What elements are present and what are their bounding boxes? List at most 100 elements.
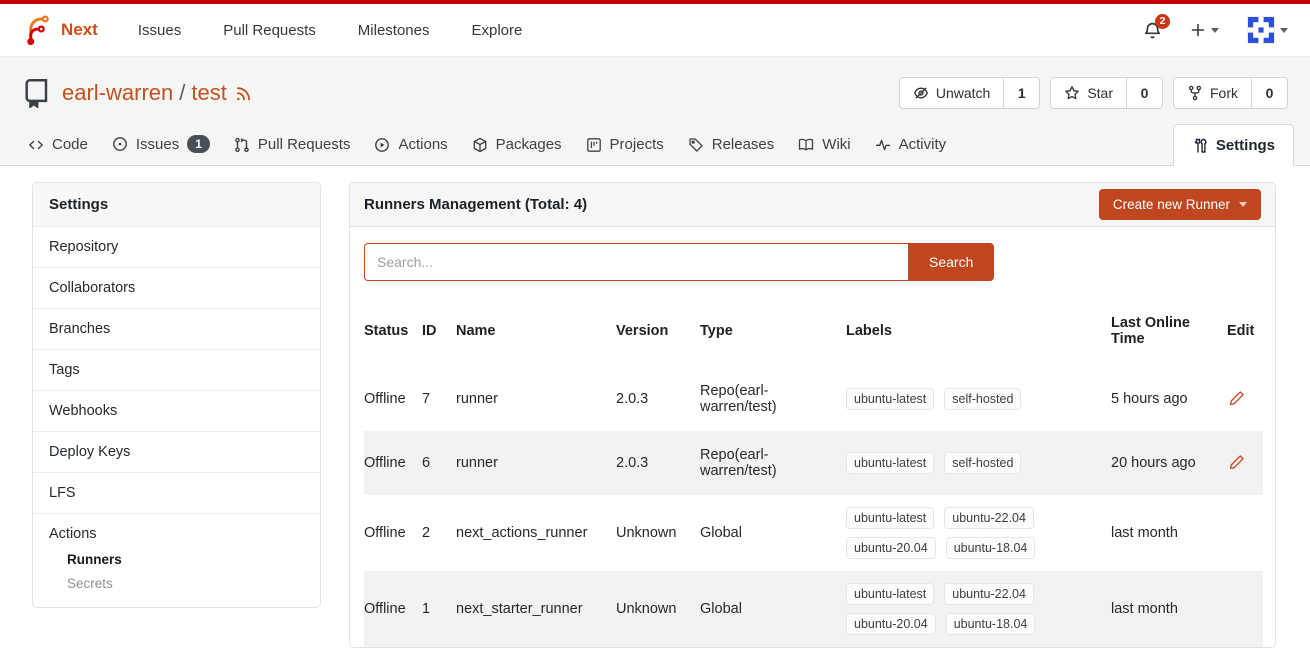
tab-projects[interactable]: Projects — [574, 124, 676, 165]
create-new-dropdown[interactable] — [1190, 22, 1219, 38]
runner-status: Offline — [364, 571, 422, 647]
col-type: Type — [700, 295, 846, 367]
pencil-icon — [1229, 390, 1245, 406]
edit-runner-button[interactable] — [1227, 388, 1247, 408]
runner-label-badge: ubuntu-latest — [846, 583, 934, 605]
runner-last-online: last month — [1111, 571, 1227, 647]
nav-item-milestones[interactable]: Milestones — [358, 22, 430, 39]
stars-count[interactable]: 0 — [1126, 78, 1162, 108]
unwatch-button[interactable]: Unwatch — [900, 78, 1003, 108]
tab-activity-label: Activity — [899, 136, 947, 153]
tab-settings[interactable]: Settings — [1173, 124, 1294, 166]
create-new-runner-label: Create new Runner — [1113, 197, 1230, 212]
runner-label-badge: ubuntu-20.04 — [846, 537, 936, 559]
runner-label-badge: ubuntu-18.04 — [946, 537, 1036, 559]
caret-down-icon — [1211, 28, 1219, 33]
runners-panel-title: Runners Management (Total: 4) — [364, 196, 587, 213]
project-board-icon — [586, 137, 602, 153]
issue-opened-icon — [112, 136, 128, 152]
notifications-button[interactable]: 2 — [1143, 21, 1162, 40]
tab-issues[interactable]: Issues 1 — [100, 123, 222, 165]
tab-actions-label: Actions — [398, 136, 447, 153]
edit-runner-button[interactable] — [1227, 452, 1247, 472]
runner-label-badge: ubuntu-18.04 — [946, 613, 1036, 635]
runner-label-badge: ubuntu-latest — [846, 388, 934, 410]
tag-icon — [688, 137, 704, 153]
forks-count[interactable]: 0 — [1251, 78, 1287, 108]
navbar-right: 2 — [1143, 16, 1288, 44]
sidebar-item-collaborators[interactable]: Collaborators — [33, 267, 320, 308]
sidebar-title: Settings — [33, 183, 320, 226]
sidebar-item-actions[interactable]: Actions — [49, 526, 304, 542]
sidebar-item-webhooks[interactable]: Webhooks — [33, 390, 320, 431]
tab-activity[interactable]: Activity — [863, 124, 959, 165]
tab-actions[interactable]: Actions — [362, 124, 459, 165]
runner-label-badge: ubuntu-20.04 — [846, 613, 936, 635]
nav-item-pull-requests[interactable]: Pull Requests — [223, 22, 316, 39]
runner-version: 2.0.3 — [616, 367, 700, 431]
sidebar-item-repository[interactable]: Repository — [33, 226, 320, 267]
package-icon — [472, 137, 488, 153]
repo-name-link[interactable]: test — [191, 80, 226, 105]
user-menu-dropdown[interactable] — [1247, 16, 1288, 44]
repo-book-icon — [22, 78, 52, 108]
runner-labels: ubuntu-latest self-hosted — [846, 452, 1096, 474]
sidebar-item-tags[interactable]: Tags — [33, 349, 320, 390]
col-labels: Labels — [846, 295, 1111, 367]
sidebar-item-lfs[interactable]: LFS — [33, 472, 320, 513]
tab-wiki[interactable]: Wiki — [786, 124, 862, 165]
pencil-icon — [1229, 454, 1245, 470]
tab-packages-label: Packages — [496, 136, 562, 153]
fork-button[interactable]: Fork — [1174, 78, 1251, 108]
star-button-group: Star 0 — [1050, 77, 1163, 109]
settings-layout: Settings Repository Collaborators Branch… — [0, 166, 1310, 672]
nav-item-issues[interactable]: Issues — [138, 22, 181, 39]
watchers-count[interactable]: 1 — [1003, 78, 1039, 108]
create-new-runner-button[interactable]: Create new Runner — [1099, 189, 1261, 220]
tab-code-label: Code — [52, 136, 88, 153]
issues-count-badge: 1 — [187, 135, 210, 153]
tab-code[interactable]: Code — [16, 124, 100, 165]
nav-item-explore[interactable]: Explore — [471, 22, 522, 39]
star-icon — [1064, 85, 1080, 101]
sidebar-item-runners[interactable]: Runners — [67, 552, 304, 567]
runner-status: Offline — [364, 431, 422, 495]
git-fork-icon — [1187, 85, 1203, 101]
table-header-row: Status ID Name Version Type Labels Last … — [364, 295, 1263, 367]
runner-labels: ubuntu-latest ubuntu-22.04 ubuntu-20.04 … — [846, 507, 1096, 559]
rss-icon[interactable] — [235, 84, 253, 102]
fork-button-group: Fork 0 — [1173, 77, 1288, 109]
runner-label-badge: ubuntu-22.04 — [944, 507, 1034, 529]
tab-projects-label: Projects — [610, 136, 664, 153]
runner-search-button[interactable]: Search — [908, 243, 994, 281]
runner-status: Offline — [364, 367, 422, 431]
tab-releases[interactable]: Releases — [676, 124, 787, 165]
star-label: Star — [1087, 85, 1113, 101]
sidebar-item-deploy-keys[interactable]: Deploy Keys — [33, 431, 320, 472]
tab-issues-label: Issues — [136, 136, 179, 153]
fork-label: Fork — [1210, 85, 1238, 101]
runners-panel: Runners Management (Total: 4) Create new… — [349, 182, 1276, 648]
col-status: Status — [364, 295, 422, 367]
tab-pull-requests[interactable]: Pull Requests — [222, 124, 363, 165]
runner-name: next_actions_runner — [456, 495, 616, 571]
sidebar-item-secrets[interactable]: Secrets — [67, 576, 304, 591]
col-name: Name — [456, 295, 616, 367]
star-button[interactable]: Star — [1051, 78, 1126, 108]
plus-icon — [1190, 22, 1206, 38]
runner-type: Repo(earl-warren/test) — [700, 367, 846, 431]
runner-search-input[interactable] — [364, 243, 908, 281]
runners-table-wrap: Status ID Name Version Type Labels Last … — [350, 295, 1275, 647]
unwatch-label: Unwatch — [936, 85, 990, 101]
repo-owner-link[interactable]: earl-warren — [62, 80, 173, 105]
runner-row: Offline 6 runner 2.0.3 Repo(earl-warren/… — [364, 431, 1263, 495]
brand-home-link[interactable]: Next — [22, 15, 98, 45]
repo-breadcrumb: earl-warren/test — [62, 80, 227, 106]
tab-packages[interactable]: Packages — [460, 124, 574, 165]
runner-type: Repo(earl-warren/test) — [700, 431, 846, 495]
pulse-icon — [875, 137, 891, 153]
sidebar-item-branches[interactable]: Branches — [33, 308, 320, 349]
forgejo-logo-icon — [22, 15, 52, 45]
col-edit: Edit — [1227, 295, 1263, 367]
runners-table: Status ID Name Version Type Labels Last … — [364, 295, 1263, 647]
